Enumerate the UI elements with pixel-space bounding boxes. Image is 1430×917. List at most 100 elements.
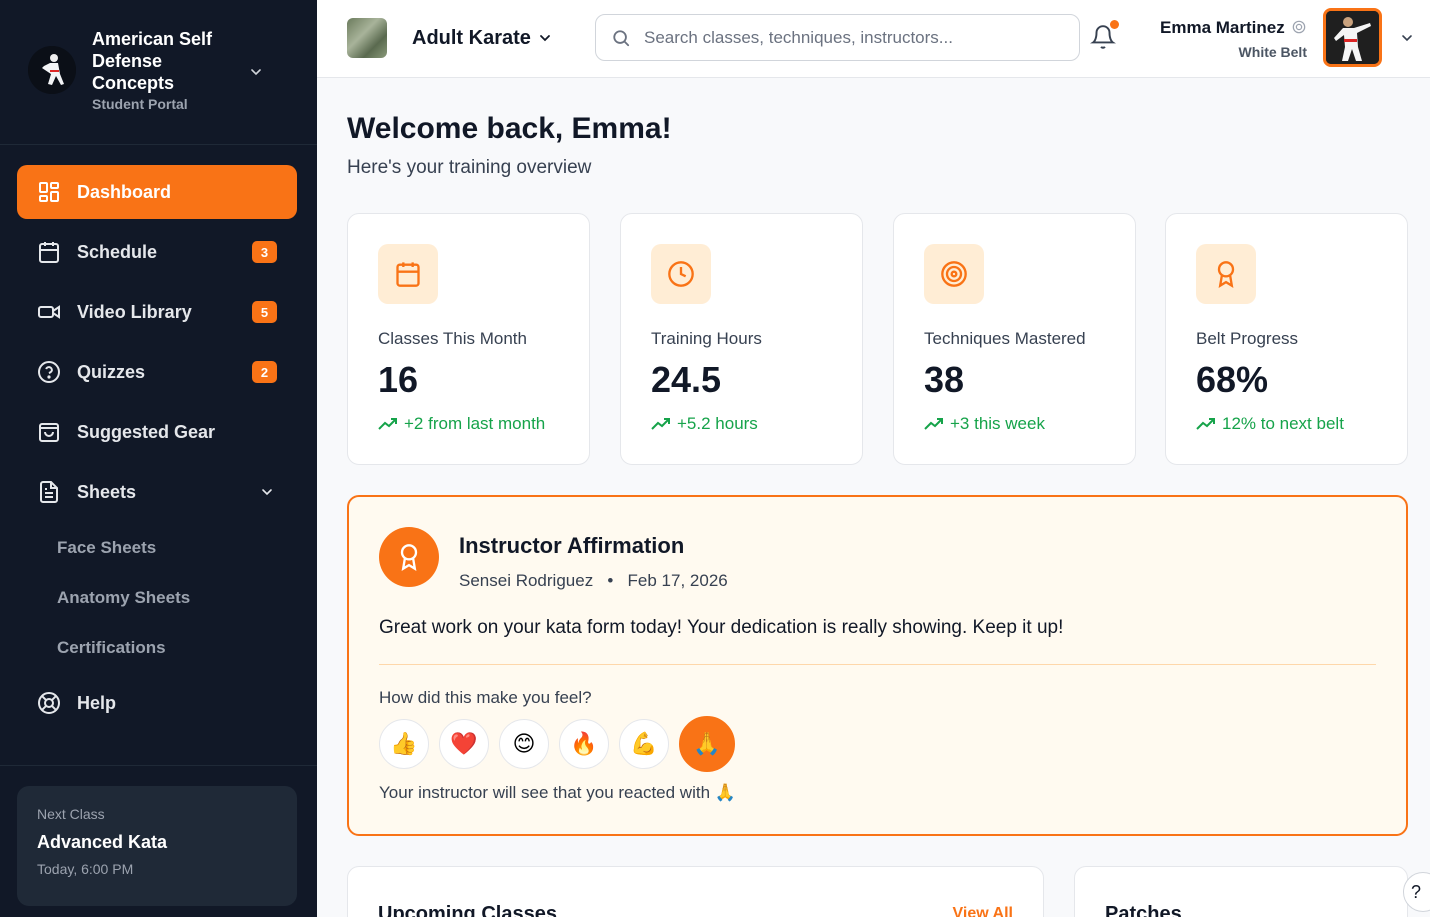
chevron-down-icon[interactable] — [537, 30, 553, 46]
stat-value: 38 — [924, 359, 965, 400]
clock-icon — [651, 244, 711, 304]
stat-label: Training Hours — [651, 329, 762, 348]
dashboard-icon — [37, 180, 61, 204]
sidebar-item-help[interactable]: Help — [17, 676, 297, 730]
sidebar-item-suggested-gear[interactable]: Suggested Gear — [17, 405, 297, 459]
chevron-down-icon — [251, 69, 261, 76]
reaction-muscle-button[interactable]: 💪 — [619, 719, 669, 769]
sidebar-subitem-anatomy-sheets[interactable]: Anatomy Sheets — [57, 588, 190, 608]
stat-value: 24.5 — [651, 359, 722, 400]
top-header: Adult Karate Emma Martinez White Belt — [317, 0, 1430, 78]
shopping-bag-icon — [37, 420, 61, 444]
sidebar-item-label: Sheets — [77, 481, 137, 502]
reaction-question: How did this make you feel? — [379, 688, 592, 707]
next-class-label: Next Class — [37, 806, 105, 822]
verified-icon — [1292, 20, 1306, 34]
stat-value: 68% — [1196, 359, 1269, 400]
user-belt: White Belt — [1238, 44, 1307, 60]
document-icon — [37, 480, 61, 504]
affirmation-date: Feb 17, 2026 — [627, 571, 728, 590]
stat-change-text: +3 this week — [950, 414, 1045, 433]
reaction-feedback-text: Your instructor will see that you reacte… — [379, 783, 711, 802]
help-circle-icon — [37, 360, 61, 384]
sidebar-item-label: Help — [77, 692, 117, 713]
sidebar-item-quizzes[interactable]: Quizzes 2 — [17, 345, 297, 399]
stat-change-text: 12% to next belt — [1222, 414, 1344, 433]
count-badge: 2 — [252, 361, 277, 383]
sidebar-item-schedule[interactable]: Schedule 3 — [17, 225, 297, 279]
sidebar-item-video-library[interactable]: Video Library 5 — [17, 285, 297, 339]
view-all-link[interactable]: View All — [953, 905, 1013, 917]
reaction-heart-button[interactable]: ❤️ — [439, 719, 489, 769]
reaction-bar: 👍 ❤️ 😊 🔥 💪 🙏 — [379, 716, 745, 772]
trending-up-icon — [1196, 418, 1215, 430]
upcoming-classes-card: Upcoming Classes View All — [347, 866, 1044, 917]
divider — [379, 664, 1376, 665]
avatar[interactable] — [1323, 8, 1382, 67]
section-title: Upcoming Classes — [378, 903, 557, 917]
notification-dot — [1110, 20, 1119, 29]
instructor-affirmation-card: Instructor Affirmation Sensei Rodriguez … — [347, 495, 1408, 836]
trending-up-icon — [378, 418, 397, 430]
stat-change-text: +5.2 hours — [677, 414, 758, 433]
stat-card-techniques: Techniques Mastered 38 +3 this week — [893, 213, 1136, 465]
sidebar-item-label: Quizzes — [77, 361, 146, 382]
search-input[interactable] — [644, 25, 1064, 51]
stat-change: +3 this week — [924, 414, 1045, 434]
brand-subtitle: Student Portal — [92, 96, 188, 112]
stat-label: Classes This Month — [378, 329, 527, 348]
brand-name: American Self Defense Concepts — [92, 29, 213, 93]
count-badge: 3 — [252, 241, 277, 263]
stat-card-classes: Classes This Month 16 +2 from last month — [347, 213, 590, 465]
stat-change-text: +2 from last month — [404, 414, 546, 433]
stat-change: +2 from last month — [378, 414, 545, 434]
trending-up-icon — [924, 418, 943, 430]
instructor-name: Sensei Rodriguez — [459, 571, 594, 590]
dot-separator: • — [597, 571, 623, 590]
class-selector[interactable]: Adult Karate — [412, 27, 531, 50]
class-thumbnail[interactable] — [347, 18, 387, 58]
patches-card: Patches — [1074, 866, 1408, 917]
section-title: Patches — [1105, 903, 1182, 917]
page-subtitle: Here's your training overview — [347, 157, 592, 178]
divider — [0, 144, 317, 145]
sidebar-subitem-face-sheets[interactable]: Face Sheets — [57, 538, 156, 558]
calendar-icon — [37, 240, 61, 264]
brand-logo — [28, 46, 76, 94]
award-icon — [379, 527, 439, 587]
search-box[interactable] — [595, 14, 1080, 61]
next-class-title: Advanced Kata — [37, 832, 168, 852]
reaction-thumbs-up-button[interactable]: 👍 — [379, 719, 429, 769]
reaction-fire-button[interactable]: 🔥 — [559, 719, 609, 769]
next-class-card[interactable]: Next Class Advanced Kata Today, 6:00 PM — [17, 786, 297, 906]
sidebar: American Self Defense Concepts Student P… — [0, 0, 317, 917]
sidebar-subitem-certifications[interactable]: Certifications — [57, 638, 166, 658]
user-name[interactable]: Emma Martinez — [1160, 18, 1285, 38]
sidebar-item-label: Video Library — [77, 301, 192, 322]
stat-card-belt-progress: Belt Progress 68% 12% to next belt — [1165, 213, 1408, 465]
video-icon — [37, 300, 61, 324]
reaction-feedback: Your instructor will see that you reacte… — [379, 783, 736, 803]
next-class-time: Today, 6:00 PM — [37, 861, 134, 877]
affirmation-meta: Sensei Rodriguez • Feb 17, 2026 — [459, 571, 728, 591]
count-badge: 5 — [252, 301, 277, 323]
stat-label: Techniques Mastered — [924, 329, 1086, 348]
stat-label: Belt Progress — [1196, 329, 1299, 348]
chevron-down-icon[interactable] — [1399, 30, 1415, 46]
selected-reaction: 🙏 — [714, 783, 736, 803]
chevron-down-icon — [262, 489, 272, 496]
affirmation-message: Great work on your kata form today! Your… — [379, 617, 1064, 638]
sidebar-item-label: Dashboard — [77, 181, 172, 202]
sidebar-item-label: Schedule — [77, 241, 158, 262]
reaction-smile-button[interactable]: 😊 — [499, 719, 549, 769]
sidebar-item-dashboard[interactable]: Dashboard — [17, 165, 297, 219]
divider — [0, 765, 317, 766]
brand-switcher[interactable]: American Self Defense Concepts Student P… — [28, 28, 298, 118]
trending-up-icon — [651, 418, 670, 430]
lifebuoy-icon — [37, 691, 61, 715]
stat-change: 12% to next belt — [1196, 414, 1344, 434]
award-icon — [1196, 244, 1256, 304]
sidebar-item-sheets[interactable]: Sheets — [17, 465, 297, 519]
reaction-pray-button[interactable]: 🙏 — [679, 716, 735, 772]
affirmation-title: Instructor Affirmation — [459, 533, 685, 558]
